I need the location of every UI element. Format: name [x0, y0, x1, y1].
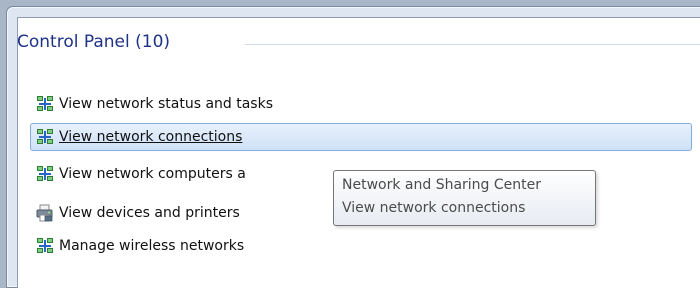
result-item-label: View network computers a — [59, 166, 246, 182]
result-item-label: View devices and printers — [59, 205, 240, 221]
section-divider — [245, 44, 700, 45]
tooltip: Network and Sharing Center View network … — [333, 170, 596, 226]
tooltip-description: View network connections — [342, 200, 526, 216]
result-item-wireless-networks[interactable]: Manage wireless networks — [30, 232, 692, 260]
result-item-network-status[interactable]: View network status and tasks — [30, 90, 692, 118]
network-icon — [37, 129, 53, 144]
section-title: Control Panel (10) — [17, 32, 171, 52]
network-icon — [37, 96, 53, 111]
result-item-label: View network status and tasks — [59, 96, 273, 112]
network-icon — [37, 166, 53, 181]
tooltip-title: Network and Sharing Center — [342, 177, 542, 193]
section-header[interactable]: Control Panel (10) — [17, 30, 170, 54]
result-item-network-connections[interactable]: View network connections — [30, 123, 692, 151]
result-item-label: Manage wireless networks — [59, 238, 245, 254]
result-item-label: View network connections — [59, 129, 243, 145]
network-icon — [37, 238, 53, 253]
printer-icon — [36, 204, 53, 222]
